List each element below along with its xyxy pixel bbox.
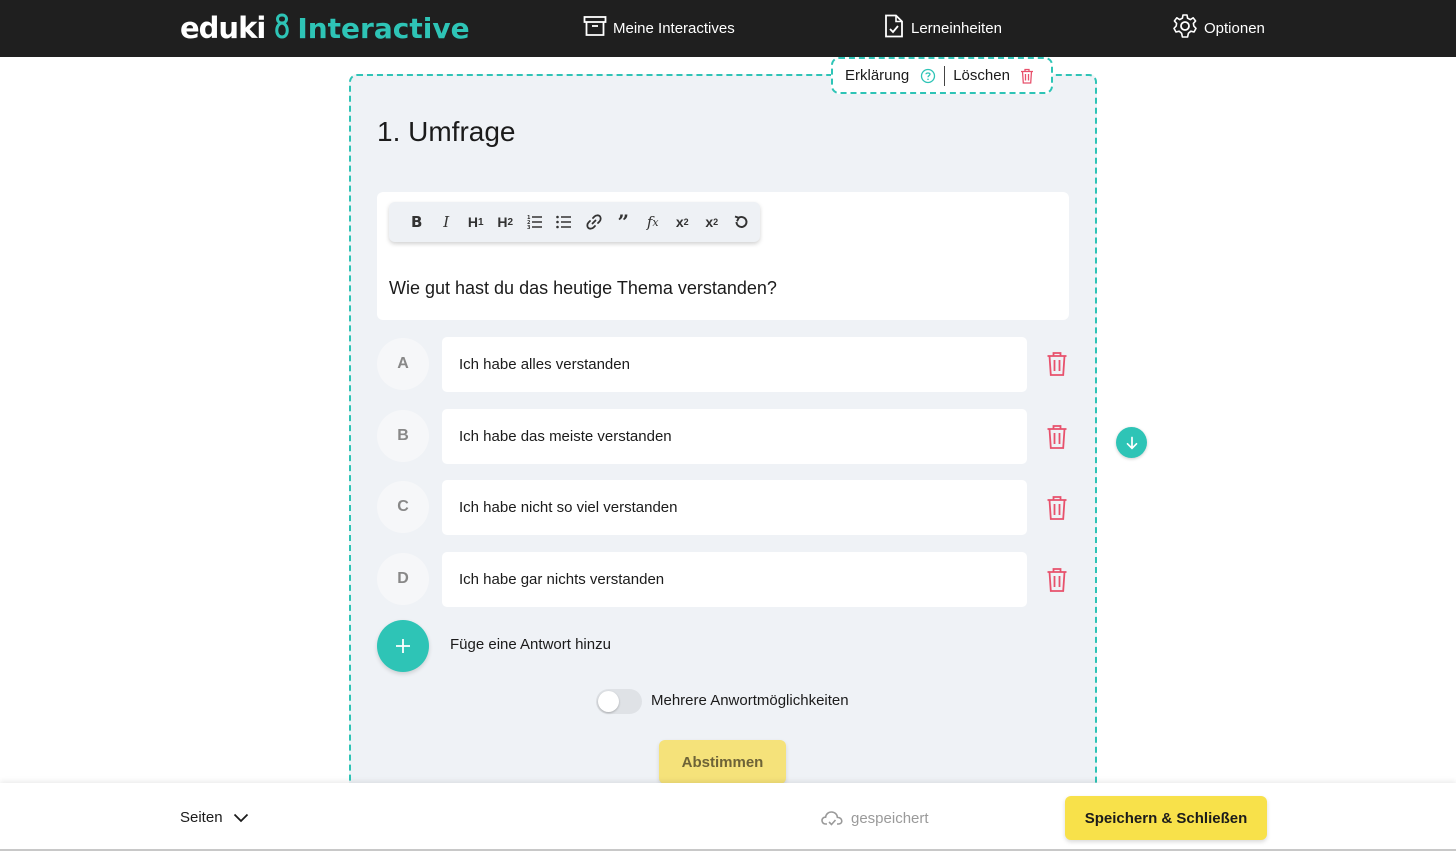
eduki-interactive-logo[interactable]: eduki Interactive [180,10,470,46]
save-status: gespeichert [821,809,929,827]
superscript-button[interactable]: x2 [697,208,727,236]
vote-button[interactable]: Abstimmen [659,740,786,784]
answer-letter-d: D [377,553,429,605]
divider [944,65,946,86]
add-answer-button[interactable] [377,620,429,672]
heading2-button[interactable]: H2 [491,208,521,236]
italic-button[interactable]: I [432,208,462,236]
formula-icon[interactable]: fx [638,208,668,236]
delete-button[interactable]: Löschen [953,67,1034,84]
delete-answer-c-button[interactable] [1044,493,1070,523]
undo-icon[interactable] [727,208,757,236]
archive-icon [583,15,613,41]
cloud-check-icon [821,809,851,827]
top-navigation-bar: eduki Interactive Meine Interactives Ler… [0,0,1456,57]
quote-icon[interactable]: ” [609,208,639,236]
delete-label: Löschen [953,67,1010,84]
subscript-button[interactable]: x2 [668,208,698,236]
trash-icon [1046,567,1068,593]
card-actions: Erklärung Löschen [831,57,1053,94]
bold-button[interactable]: B [402,208,432,236]
ordered-list-icon[interactable]: 123 [520,208,550,236]
logo-eduki-text: eduki [180,11,266,45]
delete-answer-b-button[interactable] [1044,422,1070,452]
answer-input-b[interactable]: Ich habe das meiste verstanden [442,409,1027,464]
add-answer-label[interactable]: Füge eine Antwort hinzu [450,636,611,653]
delete-answer-d-button[interactable] [1044,565,1070,595]
nav-label: Lerneinheiten [911,19,1002,37]
gear-icon [1172,13,1204,43]
heading1-button[interactable]: H1 [461,208,491,236]
answer-input-d[interactable]: Ich habe gar nichts verstanden [442,552,1027,607]
answer-letter-a: A [377,338,429,390]
formatting-toolbar: B I H1 H2 123 ” fx x2 x2 [389,202,760,242]
nav-label: Optionen [1204,19,1265,37]
document-check-icon [883,14,911,42]
nav-label: Meine Interactives [613,19,735,37]
question-circle-icon [920,68,936,84]
multiple-answers-toggle[interactable] [596,689,642,714]
trash-icon [1046,351,1068,377]
bottom-bar: Seiten gespeichert Speichern & Schließen [0,783,1456,851]
explain-label: Erklärung [845,67,910,84]
trash-icon [1020,68,1034,84]
explain-button[interactable]: Erklärung [845,67,936,84]
save-and-close-button[interactable]: Speichern & Schließen [1065,796,1267,840]
nav-lerneinheiten[interactable]: Lerneinheiten [883,14,1002,42]
plus-icon [395,638,411,654]
page-title: 1. Umfrage [377,116,516,147]
chevron-down-icon [223,813,249,823]
bullet-list-icon[interactable] [550,208,580,236]
arrow-down-icon [1125,436,1139,450]
multiple-answers-label: Mehrere Anwortmöglichkeiten [651,692,849,709]
pages-dropdown[interactable]: Seiten [180,809,249,826]
link-icon[interactable] [579,208,609,236]
answer-letter-b: B [377,410,429,462]
pages-label: Seiten [180,809,223,826]
answer-input-a[interactable]: Ich habe alles verstanden [442,337,1027,392]
save-status-label: gespeichert [851,809,929,827]
nav-meine-interactives[interactable]: Meine Interactives [583,14,735,42]
nav-optionen[interactable]: Optionen [1172,14,1265,42]
scroll-down-button[interactable] [1116,427,1147,458]
trash-icon [1046,424,1068,450]
trash-icon [1046,495,1068,521]
eduki-knot-icon [273,12,291,45]
delete-answer-a-button[interactable] [1044,349,1070,379]
answer-input-c[interactable]: Ich habe nicht so viel verstanden [442,480,1027,535]
question-text[interactable]: Wie gut hast du das heutige Thema versta… [389,278,777,299]
logo-interactive-text: Interactive [297,11,470,45]
svg-text:3: 3 [527,225,531,230]
answer-letter-c: C [377,481,429,533]
toggle-knob [598,691,619,712]
